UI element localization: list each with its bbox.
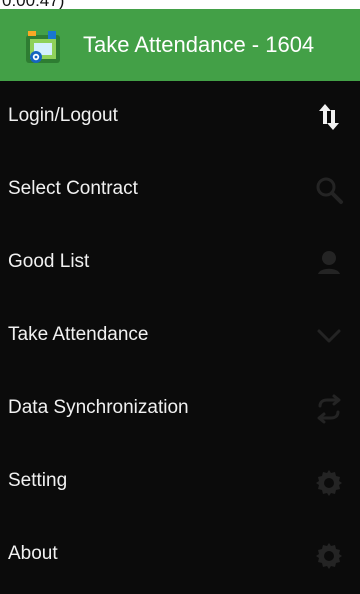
menu-item-data-synchronization[interactable]: Data Synchronization — [0, 373, 360, 446]
search-icon — [312, 173, 346, 207]
menu-item-setting[interactable]: Setting — [0, 446, 360, 519]
menu-item-label: Good List — [8, 251, 90, 272]
menu-item-label: About — [8, 543, 58, 564]
menu-item-label: Take Attendance — [8, 324, 149, 345]
menu-item-good-list[interactable]: Good List — [0, 227, 360, 300]
login-logout-arrows-icon — [312, 100, 346, 134]
menu-item-login-logout[interactable]: Login/Logout — [0, 81, 360, 154]
app-title: Take Attendance - 1604 — [83, 32, 315, 57]
menu-item-about[interactable]: About — [0, 519, 360, 592]
gear-icon — [312, 538, 346, 572]
menu-item-select-contract[interactable]: Select Contract — [0, 154, 360, 227]
person-icon — [312, 246, 346, 280]
chevron-down-icon — [312, 319, 346, 353]
menu-item-label: Select Contract — [8, 178, 138, 199]
app-logo-icon — [24, 27, 64, 67]
sync-icon — [312, 392, 346, 426]
menu-item-label: Login/Logout — [8, 105, 118, 126]
navigation-drawer: Login/Logout Select Contract Good List T… — [0, 81, 360, 594]
menu-item-label: Data Synchronization — [8, 397, 189, 418]
menu-item-label: Setting — [8, 470, 68, 491]
app-bar: Take Attendance - 1604 — [0, 9, 360, 81]
menu-item-take-attendance[interactable]: Take Attendance — [0, 300, 360, 373]
screen: 0:00:47) Take Attendance - 1604 Login/Lo… — [0, 0, 360, 594]
gear-icon — [312, 465, 346, 499]
